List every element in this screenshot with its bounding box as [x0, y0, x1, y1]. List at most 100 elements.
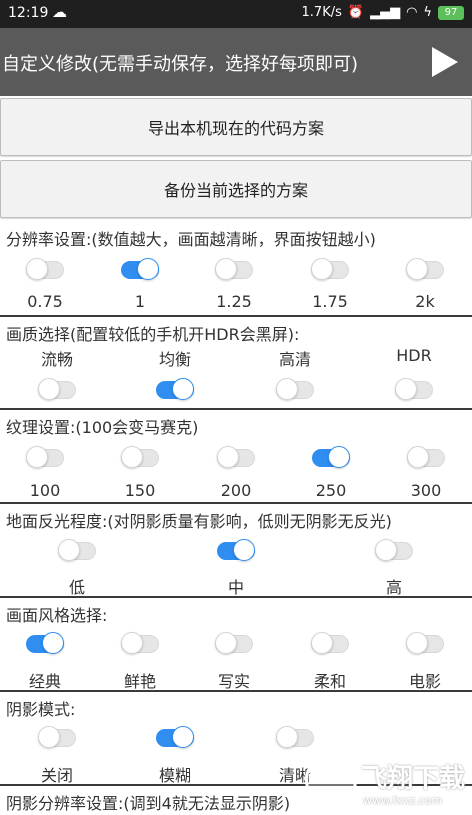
app-bar: 自定义修改(无需手动保存，选择好每项即可)	[0, 28, 472, 96]
style-label: 画面风格选择:	[6, 606, 108, 625]
quality-option-label-3: HDR	[396, 346, 432, 365]
toggle-knob	[217, 446, 239, 468]
resolution-option-toggle-3[interactable]	[311, 258, 349, 280]
style-option-label-4: 电影	[408, 672, 441, 691]
page-title: 自定义修改(无需手动保存，选择好每项即可)	[2, 54, 359, 75]
backup-scheme-button[interactable]: 备份当前选择的方案	[0, 160, 472, 218]
toggle-knob	[406, 632, 428, 654]
texture-option-toggle-2[interactable]	[217, 446, 255, 468]
shadow-option-toggle-1[interactable]	[156, 726, 194, 748]
toggle-knob	[26, 446, 48, 468]
resolution-option-label-3: 1.75	[312, 292, 348, 311]
export-code-button[interactable]: 导出本机现在的代码方案	[0, 98, 472, 156]
quality-option-label-0: 流畅	[40, 350, 73, 369]
toggle-knob	[375, 539, 397, 561]
status-time: 12:19	[8, 5, 49, 21]
toggle-knob	[172, 726, 194, 748]
texture-option-label-3: 250	[315, 481, 347, 500]
reflection-option-label-2: 高	[385, 578, 402, 597]
resolution-option-label-2: 1.25	[216, 292, 252, 311]
style-option-label-2: 写实	[217, 672, 250, 691]
quality-option-toggle-1[interactable]	[156, 378, 194, 400]
toggle-knob	[215, 258, 237, 280]
signal-icon: ▂▄▆	[370, 5, 401, 20]
watermark: 飞翔下载 www.fxxz.com	[305, 752, 470, 812]
style-option-toggle-3[interactable]	[311, 632, 349, 654]
texture-label: 纹理设置:(100会变马赛克)	[6, 418, 199, 437]
divider	[0, 408, 472, 410]
style-option-label-3: 柔和	[313, 672, 346, 691]
divider	[0, 502, 472, 504]
shadow-option-toggle-2[interactable]	[276, 726, 314, 748]
watermark-url: www.fxxz.com	[363, 794, 443, 807]
toggle-knob	[233, 539, 255, 561]
toggle-knob	[406, 258, 428, 280]
quality-option-toggle-3[interactable]	[395, 378, 433, 400]
shadow-label: 阴影模式:	[6, 700, 76, 719]
resolution-option-toggle-2[interactable]	[215, 258, 253, 280]
toggle-knob	[328, 446, 350, 468]
toggle-knob	[172, 378, 194, 400]
network-speed: 1.7K/s	[301, 5, 342, 20]
style-option-toggle-1[interactable]	[121, 632, 159, 654]
toggle-knob	[311, 632, 333, 654]
wifi-icon: ◠	[406, 5, 418, 20]
toggle-knob	[311, 258, 333, 280]
quality-label: 画质选择(配置较低的手机开HDR会黑屏):	[6, 325, 300, 344]
watermark-logo-icon	[305, 754, 357, 806]
resolution-option-label-0: 0.75	[27, 292, 63, 311]
style-option-toggle-2[interactable]	[215, 632, 253, 654]
toggle-knob	[121, 446, 143, 468]
toggle-knob	[276, 726, 298, 748]
reflection-option-label-0: 低	[68, 578, 85, 597]
texture-option-toggle-4[interactable]	[407, 446, 445, 468]
toggle-knob	[58, 539, 80, 561]
quality-option-label-2: 高清	[278, 350, 311, 369]
style-option-toggle-4[interactable]	[406, 632, 444, 654]
status-right: 1.7K/s ⏰ ▂▄▆ ◠ ϟ 97	[302, 5, 464, 20]
reflection-label: 地面反光程度:(对阴影质量有影响，低则无阴影无反光)	[6, 512, 392, 531]
resolution-option-label-1: 1	[134, 292, 146, 311]
status-bar: 12:19 ☁ 1.7K/s ⏰ ▂▄▆ ◠ ϟ 97	[0, 0, 472, 28]
toggle-knob	[407, 446, 429, 468]
toggle-knob	[38, 726, 60, 748]
toggle-knob	[137, 258, 159, 280]
style-option-toggle-0[interactable]	[26, 632, 64, 654]
resolution-option-toggle-4[interactable]	[406, 258, 444, 280]
texture-option-label-0: 100	[29, 481, 61, 500]
texture-option-label-4: 300	[410, 481, 442, 500]
watermark-brand: 飞翔下载	[361, 764, 466, 794]
shadow-option-label-1: 模糊	[158, 766, 191, 785]
texture-option-toggle-3[interactable]	[312, 446, 350, 468]
shadow-option-toggle-0[interactable]	[38, 726, 76, 748]
resolution-option-label-4: 2k	[415, 292, 435, 311]
toggle-knob	[276, 378, 298, 400]
texture-option-label-2: 200	[220, 481, 252, 500]
style-option-label-0: 经典	[28, 672, 61, 691]
toggle-knob	[26, 258, 48, 280]
reflection-option-toggle-2[interactable]	[375, 539, 413, 561]
resolution-option-toggle-0[interactable]	[26, 258, 64, 280]
resolution-option-toggle-1[interactable]	[121, 258, 159, 280]
quality-option-toggle-0[interactable]	[38, 378, 76, 400]
toggle-knob	[38, 378, 60, 400]
divider	[0, 315, 472, 317]
battery-icon: 97	[438, 5, 464, 20]
texture-option-toggle-0[interactable]	[26, 446, 64, 468]
toggle-knob	[121, 632, 143, 654]
reflection-option-toggle-0[interactable]	[58, 539, 96, 561]
charging-icon: ϟ	[423, 5, 432, 20]
texture-option-toggle-1[interactable]	[121, 446, 159, 468]
resolution-label: 分辨率设置:(数值越大，画面越清晰，界面按钮越小)	[6, 230, 376, 249]
reflection-option-toggle-1[interactable]	[217, 539, 255, 561]
reflection-option-label-1: 中	[227, 578, 244, 597]
toggle-knob	[395, 378, 417, 400]
cloud-icon: ☁	[52, 3, 67, 21]
divider	[0, 690, 472, 692]
play-icon[interactable]	[426, 44, 462, 80]
shadow-resolution-label: 阴影分辨率设置:(调到4就无法显示阴影)	[6, 794, 291, 813]
style-option-label-1: 鲜艳	[123, 672, 156, 691]
shadow-option-label-0: 关闭	[40, 766, 73, 785]
quality-option-toggle-2[interactable]	[276, 378, 314, 400]
texture-option-label-1: 150	[124, 481, 156, 500]
